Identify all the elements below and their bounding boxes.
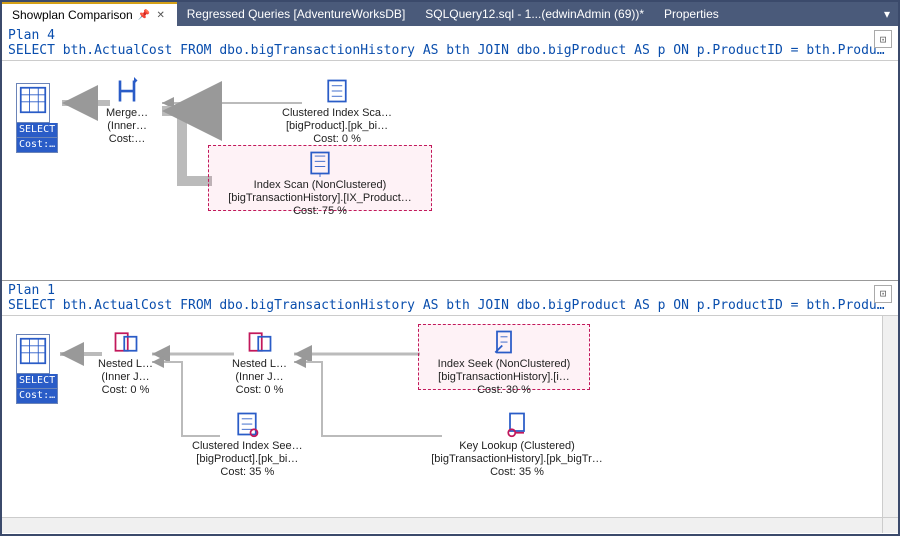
plan4-pane: Plan 4 SELECT bth.ActualCost FROM dbo.bi… — [2, 26, 898, 281]
op-subtitle: [bigTransactionHistory].[i… — [438, 371, 570, 384]
tab-label: Properties — [664, 7, 719, 21]
op-nested-loop-1[interactable]: Nested L… (Inner J… Cost: 0 % — [98, 328, 153, 398]
op-key-lookup-clustered[interactable]: Key Lookup (Clustered) [bigTransactionHi… — [422, 410, 612, 480]
op-select[interactable]: SELECT Cost:… — [16, 334, 58, 404]
close-icon[interactable]: ✕ — [155, 9, 167, 21]
tab-bar: Showplan Comparison 📌 ✕ Regressed Querie… — [2, 2, 898, 26]
op-title: Nested L… — [98, 358, 153, 371]
select-cost: Cost:… — [16, 138, 58, 153]
tab-label: Showplan Comparison — [12, 8, 133, 22]
tab-label: Regressed Queries [AdventureWorksDB] — [187, 7, 406, 21]
pin-icon[interactable]: 📌 — [138, 9, 150, 21]
plan1-pane: Plan 1 SELECT bth.ActualCost FROM dbo.bi… — [2, 281, 898, 535]
plan1-canvas: SELECT Cost:… Nested L… (Inner J… Cost: … — [2, 316, 898, 534]
op-index-seek-nonclustered[interactable]: Index Seek (NonClustered) [bigTransactio… — [422, 328, 586, 398]
tab-showplan-comparison[interactable]: Showplan Comparison 📌 ✕ — [2, 2, 177, 26]
op-cost: Cost: 0 % — [236, 384, 284, 397]
vertical-scrollbar[interactable] — [882, 316, 898, 518]
scrollbar-corner — [882, 517, 898, 533]
select-table-icon — [16, 83, 50, 123]
plan1-query-text: SELECT bth.ActualCost FROM dbo.bigTransa… — [2, 298, 898, 316]
tab-label: SQLQuery12.sql - 1...(edwinAdmin (69))* — [425, 7, 644, 21]
op-cost: Cost: 0 % — [313, 133, 361, 146]
op-clustered-index-seek[interactable]: Clustered Index See… [bigProduct].[pk_bi… — [192, 410, 303, 480]
op-subtitle: [bigProduct].[pk_bi… — [286, 120, 388, 133]
select-label: SELECT — [16, 123, 58, 138]
op-subtitle: [bigTransactionHistory].[pk_bigTr… — [431, 453, 603, 466]
op-select[interactable]: SELECT Cost:… — [16, 83, 58, 153]
expand-button[interactable]: ⊡ — [874, 285, 892, 303]
op-title: Merge… — [106, 107, 148, 120]
clustered-index-seek-icon — [233, 410, 261, 438]
op-subtitle: (Inner J… — [235, 371, 283, 384]
key-lookup-icon — [503, 410, 531, 438]
op-cost: Cost: 35 % — [490, 466, 544, 479]
op-title: Clustered Index See… — [192, 440, 303, 453]
op-subtitle: (Inner J… — [101, 371, 149, 384]
op-cost: Cost: 30 % — [477, 384, 531, 397]
op-cost: Cost:… — [109, 133, 146, 146]
expand-button[interactable]: ⊡ — [874, 30, 892, 48]
op-index-scan-nonclustered[interactable]: Index Scan (NonClustered) [bigTransactio… — [220, 149, 420, 219]
tab-sqlquery12[interactable]: SQLQuery12.sql - 1...(edwinAdmin (69))* — [415, 2, 654, 26]
select-table-icon — [16, 334, 50, 374]
op-cost: Cost: 75 % — [293, 205, 347, 218]
tab-regressed-queries[interactable]: Regressed Queries [AdventureWorksDB] — [177, 2, 416, 26]
index-seek-icon — [490, 328, 518, 356]
op-cost: Cost: 35 % — [220, 466, 274, 479]
nested-loops-icon — [112, 328, 140, 356]
op-title: Clustered Index Sca… — [282, 107, 392, 120]
op-title: Key Lookup (Clustered) — [459, 440, 575, 453]
select-cost: Cost:… — [16, 389, 58, 404]
clustered-index-scan-icon — [323, 77, 351, 105]
index-scan-icon — [306, 149, 334, 177]
tab-properties[interactable]: Properties — [654, 2, 729, 26]
op-subtitle: [bigProduct].[pk_bi… — [196, 453, 298, 466]
plan1-title: Plan 1 — [2, 281, 898, 298]
op-title: Index Seek (NonClustered) — [438, 358, 571, 371]
merge-join-icon — [113, 77, 141, 105]
op-subtitle: [bigTransactionHistory].[IX_Product… — [228, 192, 412, 205]
op-title: Nested L… — [232, 358, 287, 371]
select-label: SELECT — [16, 374, 58, 389]
plan4-query-text: SELECT bth.ActualCost FROM dbo.bigTransa… — [2, 43, 898, 61]
op-merge-join[interactable]: Merge… (Inner… Cost:… — [106, 77, 148, 147]
comparison-panes: Plan 4 SELECT bth.ActualCost FROM dbo.bi… — [2, 26, 898, 534]
op-title: Index Scan (NonClustered) — [254, 179, 387, 192]
op-subtitle: (Inner… — [107, 120, 147, 133]
overflow-menu-icon[interactable]: ▾ — [876, 7, 898, 21]
plan4-title: Plan 4 — [2, 26, 898, 43]
nested-loops-icon — [246, 328, 274, 356]
op-nested-loop-2[interactable]: Nested L… (Inner J… Cost: 0 % — [232, 328, 287, 398]
plan4-canvas: SELECT Cost:… Merge… (Inner… Cost:… Clus… — [2, 61, 898, 279]
op-cost: Cost: 0 % — [102, 384, 150, 397]
horizontal-scrollbar[interactable] — [2, 517, 882, 533]
op-clustered-index-scan[interactable]: Clustered Index Sca… [bigProduct].[pk_bi… — [282, 77, 392, 147]
